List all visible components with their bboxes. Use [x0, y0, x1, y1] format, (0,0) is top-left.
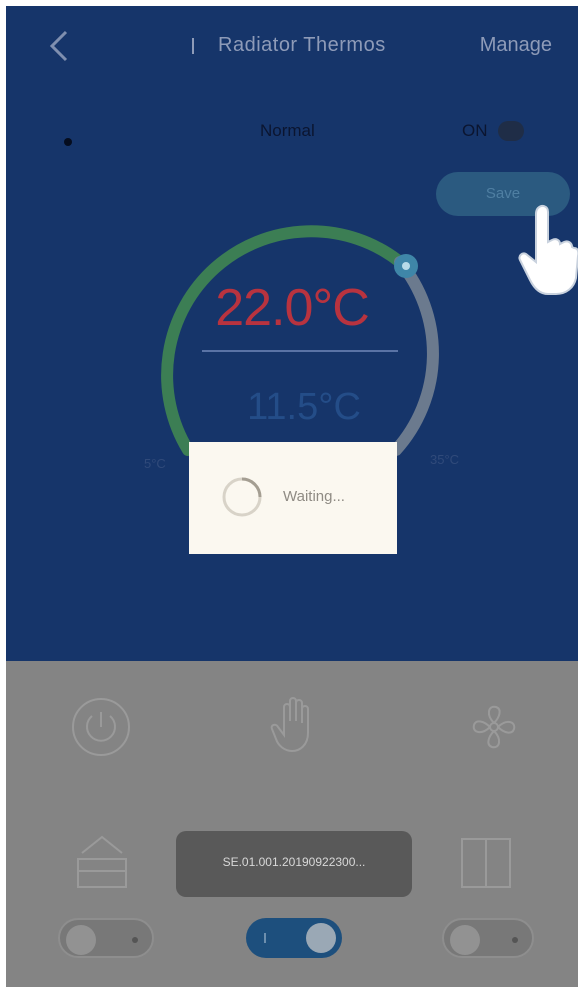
manage-button[interactable]: Manage — [480, 34, 552, 57]
switch-knob — [306, 923, 336, 953]
screen: Radiator Thermos Manage Normal ON Save 2… — [6, 6, 578, 987]
chevron-left-icon[interactable] — [42, 28, 78, 64]
dial-handle-center — [402, 262, 410, 270]
switch-knob — [66, 925, 96, 955]
fan-icon[interactable] — [468, 701, 520, 753]
page-title: Radiator Thermos — [218, 34, 386, 56]
switch-off-mark — [512, 937, 518, 943]
controls-panel: SE.01.001.20190922300... — [6, 661, 578, 987]
door-switch[interactable] — [442, 918, 534, 958]
set-temperature: 22.0°C — [215, 279, 370, 337]
toast-message: SE.01.001.20190922300... — [176, 831, 412, 897]
range-max-label: 35°C — [430, 452, 460, 467]
dial-arc-gray — [390, 256, 439, 456]
mini-toggle[interactable] — [498, 121, 524, 141]
mode-row: Normal ON — [6, 111, 578, 151]
thermostat-panel: Radiator Thermos Manage Normal ON Save 2… — [6, 6, 578, 661]
hand-icon[interactable] — [268, 693, 324, 755]
on-label: ON — [462, 121, 488, 140]
title-separator — [192, 38, 194, 54]
window-icon[interactable] — [72, 831, 132, 891]
range-min-label: 5°C — [144, 456, 166, 471]
dot-icon — [64, 138, 72, 146]
spinner-icon — [222, 477, 262, 517]
loading-text: Waiting... — [283, 488, 345, 505]
current-temperature: 11.5°C — [247, 386, 361, 428]
switch-knob — [450, 925, 480, 955]
manual-switch[interactable] — [246, 918, 342, 958]
temperature-divider — [202, 350, 398, 352]
loading-dialog: Waiting... — [189, 442, 397, 554]
door-icon[interactable] — [458, 837, 514, 889]
mode-label[interactable]: Normal — [260, 121, 315, 141]
toast-text: SE.01.001.20190922300... — [222, 855, 366, 869]
pointer-hand-icon — [518, 204, 578, 295]
window-switch[interactable] — [58, 918, 154, 958]
top-bar: Radiator Thermos Manage — [6, 6, 578, 86]
power-icon[interactable] — [70, 696, 132, 758]
switch-on-mark — [264, 933, 266, 943]
switch-off-mark — [132, 937, 138, 943]
